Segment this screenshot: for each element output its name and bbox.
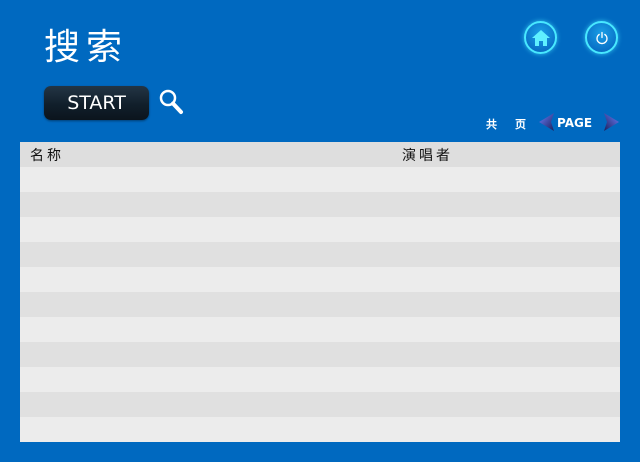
prev-arrow-icon [539, 113, 554, 131]
table-row[interactable] [20, 392, 620, 417]
table-body [20, 167, 620, 442]
start-button[interactable]: START [44, 86, 149, 120]
power-icon [595, 31, 608, 44]
home-icon [531, 29, 550, 46]
prev-page-button[interactable] [537, 111, 557, 137]
power-button[interactable] [585, 21, 618, 54]
home-button[interactable] [524, 21, 557, 54]
page-title: 搜索 [44, 27, 129, 68]
table-row[interactable] [20, 267, 620, 292]
column-header-singer: 演唱者 [402, 148, 453, 164]
table-row[interactable] [20, 217, 620, 242]
table-row[interactable] [20, 292, 620, 317]
page-unit-label: 页 [515, 118, 526, 131]
page-label: PAGE [557, 116, 593, 130]
column-header-name: 名称 [30, 148, 64, 164]
table-row[interactable] [20, 417, 620, 442]
page-total-label: 共 [486, 118, 497, 131]
table-row[interactable] [20, 367, 620, 392]
table-row[interactable] [20, 342, 620, 367]
table-row[interactable] [20, 192, 620, 217]
table-row[interactable] [20, 167, 620, 192]
search-button[interactable] [158, 88, 184, 116]
table-header: 名称 演唱者 [20, 142, 620, 167]
results-table: 名称 演唱者 [20, 142, 620, 442]
next-arrow-icon [604, 113, 619, 131]
table-row[interactable] [20, 242, 620, 267]
next-page-button[interactable] [601, 111, 621, 137]
search-icon [159, 89, 183, 114]
table-row[interactable] [20, 317, 620, 342]
